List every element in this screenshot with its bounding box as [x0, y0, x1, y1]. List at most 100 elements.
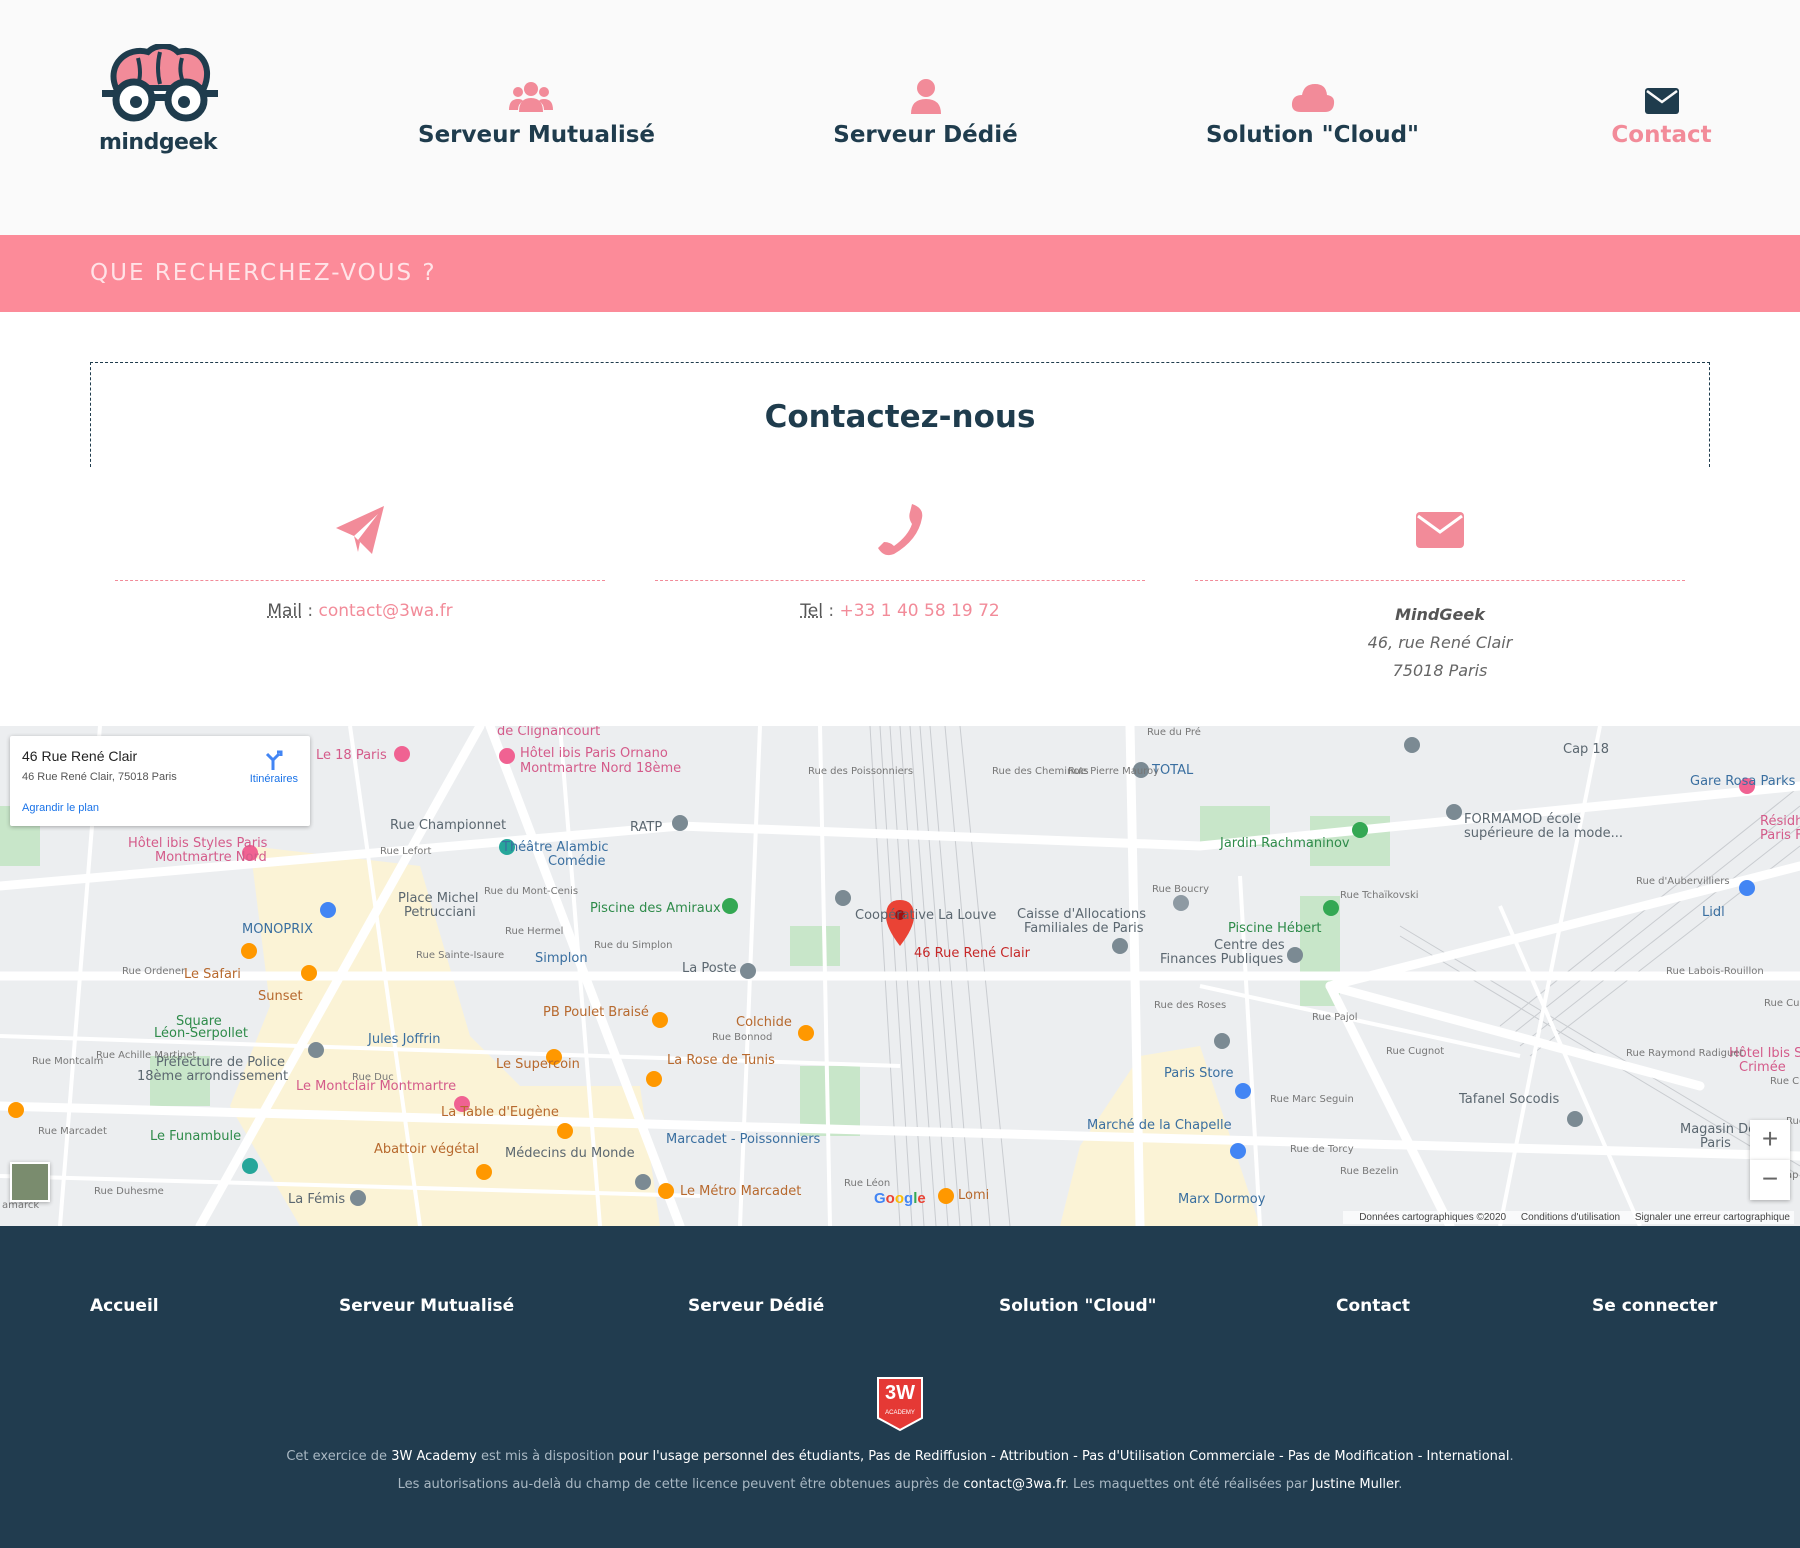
map-label: supérieure de la mode... — [1464, 826, 1624, 841]
map-label: Léon-Serpollet — [154, 1026, 249, 1041]
map-label: Médecins du Monde — [505, 1146, 635, 1161]
map-label: Caisse d'Allocations — [1017, 907, 1147, 922]
license-text: Les autorisations au-delà du champ de ce… — [397, 1477, 964, 1492]
academy-link[interactable]: 3W Academy — [391, 1449, 477, 1464]
footer-link-se-connecter[interactable]: Se connecter — [1592, 1296, 1717, 1316]
map-label: Rue Raymond Radiguet — [1626, 1048, 1744, 1059]
badge-subtitle: ACADEMY — [885, 1410, 915, 1416]
map-label: Le Supercoin — [496, 1057, 580, 1072]
map-label: Piscine Hébert — [1228, 921, 1322, 936]
map-label: Rue du Mont-Cenis — [484, 886, 579, 897]
license-text: . Les maquettes ont été réalisées par — [1064, 1477, 1312, 1492]
map-label: Crimée — [1739, 1060, 1786, 1075]
map-label: Sunset — [258, 989, 303, 1004]
map-label: Montmartre Nord 18ème — [520, 761, 682, 776]
zoom-in-button[interactable]: + — [1750, 1120, 1790, 1160]
map-label: Rue d'Aubervilliers — [1636, 876, 1730, 887]
map-label: Le Funambule — [150, 1129, 242, 1144]
directions-button[interactable]: Itinéraires — [250, 748, 298, 785]
tel-label: Tel — [800, 601, 823, 621]
search-input[interactable] — [90, 253, 1710, 293]
map-label: Finances Publiques — [1160, 952, 1284, 967]
google-map[interactable]: de Clignancourt Le 18 Paris Hôtel ibis P… — [0, 726, 1800, 1226]
map-label: Rue des Roses — [1154, 1000, 1227, 1011]
place-card: 46 Rue René Clair 46 Rue René Clair, 750… — [10, 736, 310, 826]
footer-link-solution-cloud[interactable]: Solution "Cloud" — [999, 1296, 1156, 1316]
map-label: Hôtel ibis Paris Ornano — [520, 746, 668, 761]
envelope-icon — [1644, 88, 1679, 114]
license-line-2: Les autorisations au-delà du champ de ce… — [0, 1477, 1800, 1492]
map-label: Marx Dormoy — [1178, 1192, 1266, 1207]
street-view-pegman[interactable] — [10, 1162, 50, 1202]
map-label: Rue de Torcy — [1290, 1144, 1354, 1155]
map-report-link[interactable]: Signaler une erreur cartographique — [1635, 1212, 1790, 1223]
map-label: Résidh — [1760, 814, 1800, 829]
nav-serveur-mutualise[interactable]: Serveur Mutualisé — [418, 78, 655, 148]
map-label: Rue Pajol — [1312, 1012, 1358, 1023]
mindgeek-logo[interactable]: mindgeek — [98, 43, 218, 159]
map-label: Lidl — [1702, 905, 1725, 920]
mail-sep: : — [301, 601, 319, 621]
postal-address: MindGeek 46, rue René Clair 75018 Paris — [1195, 601, 1685, 685]
map-label: Paris — [1700, 1136, 1731, 1151]
map-label: Rue Bezelin — [1340, 1166, 1399, 1177]
tel-line: Tel : +33 1 40 58 19 72 — [655, 601, 1145, 621]
map-label: Rue des Cheminots — [992, 766, 1089, 777]
nav-label: Serveur Mutualisé — [418, 122, 656, 148]
map-label: PB Poulet Braisé — [543, 1005, 649, 1020]
map-label: Place Michel — [398, 891, 479, 906]
cloud-icon — [1291, 84, 1334, 112]
map-label: Simplon — [535, 951, 588, 966]
map-terms-link[interactable]: Conditions d'utilisation — [1521, 1212, 1620, 1223]
enlarge-map-link[interactable]: Agrandir le plan — [22, 802, 99, 814]
zoom-out-button[interactable]: − — [1750, 1160, 1790, 1200]
map-label: Le Safari — [184, 967, 241, 982]
map-label: Gare Rosa Parks — [1690, 774, 1796, 789]
author-link[interactable]: Justine Muller — [1311, 1477, 1398, 1492]
place-title: 46 Rue René Clair — [22, 748, 138, 764]
users-icon — [508, 82, 553, 112]
contact-tel-column: Tel : +33 1 40 58 19 72 — [655, 502, 1145, 621]
map-label: Rue Lefort — [380, 846, 432, 857]
company-name: MindGeek — [1395, 605, 1485, 624]
mail-label: Mail — [267, 601, 302, 621]
map-label: Lomi — [958, 1188, 990, 1203]
map-label: Rue Marc Seguin — [1270, 1094, 1354, 1105]
envelope-icon — [1416, 512, 1464, 548]
license-text: est mis à disposition — [476, 1449, 619, 1464]
google-logo: Google — [874, 1190, 926, 1207]
map-label: Rue Achille Martinet — [96, 1050, 197, 1061]
map-label: Marché de la Chapelle — [1087, 1118, 1232, 1133]
map-label: Théâtre Alambic — [502, 840, 609, 855]
footer-link-accueil[interactable]: Accueil — [90, 1296, 159, 1316]
map-label: Rue Bonnod — [712, 1032, 773, 1043]
tel-link[interactable]: +33 1 40 58 19 72 — [839, 601, 999, 621]
brain-glasses-icon — [102, 43, 218, 122]
map-label: Abattoir végétal — [374, 1142, 479, 1157]
footer-link-serveur-dedie[interactable]: Serveur Dédié — [688, 1296, 824, 1316]
nav-solution-cloud[interactable]: Solution "Cloud" — [1205, 78, 1420, 148]
map-label: Le 18 Paris — [316, 748, 387, 763]
3w-academy-logo[interactable]: 3W ACADEMY — [875, 1376, 925, 1432]
contact-mail-column: Mail : contact@3wa.fr — [115, 502, 605, 621]
license-text: . — [1509, 1449, 1514, 1464]
map-label: Rue Cugnot — [1386, 1046, 1445, 1057]
map-label: Rue des Poissonniers — [808, 766, 914, 777]
footer-link-contact[interactable]: Contact — [1336, 1296, 1410, 1316]
map-label: Piscine des Amiraux — [590, 901, 721, 916]
map-label: Marcadet - Poissonniers — [666, 1132, 821, 1147]
nav-contact[interactable]: Contact — [1598, 78, 1725, 148]
contact-email-link[interactable]: contact@3wa.fr — [963, 1477, 1064, 1492]
license-link[interactable]: pour l'usage personnel des étudiants, Pa… — [619, 1449, 1510, 1464]
map-label: Montmartre Nord — [155, 850, 267, 865]
title-box: Contactez-nous — [90, 362, 1710, 467]
map-label: Paris Fa — [1760, 828, 1800, 843]
map-label: Cap 18 — [1563, 742, 1609, 757]
tel-sep: : — [822, 601, 840, 621]
nav-serveur-dedie[interactable]: Serveur Dédié — [818, 78, 1033, 148]
footer-link-serveur-mutualise[interactable]: Serveur Mutualisé — [339, 1296, 514, 1316]
mail-link[interactable]: contact@3wa.fr — [318, 601, 452, 621]
map-label: MONOPRIX — [242, 922, 314, 937]
map-label: Comédie — [548, 854, 606, 869]
user-icon — [910, 79, 941, 114]
